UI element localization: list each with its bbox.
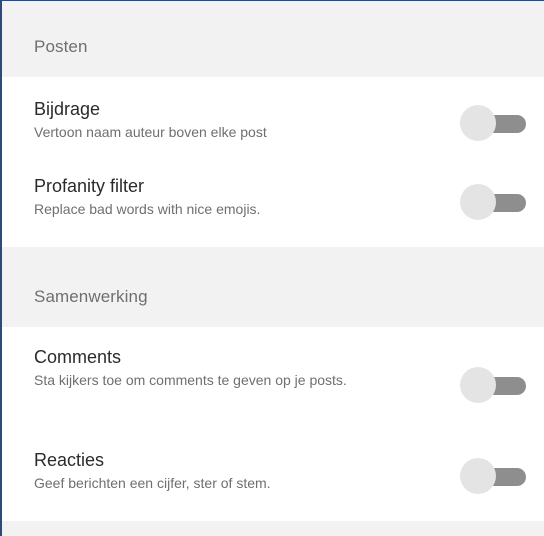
section-header-posten: Posten [2,1,544,77]
setting-row-profanity-filter: Profanity filter Replace bad words with … [2,176,544,236]
profanity-filter-toggle[interactable] [460,182,526,222]
setting-label: Comments [34,347,122,367]
reacties-toggle[interactable] [460,456,526,496]
setting-description: Replace bad words with nice emojis. [34,201,261,217]
toggle-thumb [460,367,496,403]
setting-description: Vertoon naam auteur boven elke post [34,124,267,140]
setting-label: Bijdrage [34,99,101,119]
section-header-next [2,521,544,536]
toggle-thumb [460,184,496,220]
settings-panel: Posten Bijdrage Vertoon naam auteur bove… [0,0,544,536]
setting-row-bijdrage: Bijdrage Vertoon naam auteur boven elke … [2,99,544,159]
toggle-thumb [460,458,496,494]
setting-description: Geef berichten een cijfer, ster of stem. [34,475,271,491]
comments-toggle[interactable] [460,365,526,405]
toggle-thumb [460,105,496,141]
setting-description: Sta kijkers toe om comments te geven op … [34,372,347,388]
setting-label: Profanity filter [34,176,145,196]
bijdrage-toggle[interactable] [460,103,526,143]
section-header-samenwerking: Samenwerking [2,247,544,327]
setting-label: Reacties [34,450,105,470]
section-title: Posten [34,37,88,56]
section-title: Samenwerking [34,287,148,306]
setting-row-reacties: Reacties Geef berichten een cijfer, ster… [2,450,544,510]
setting-row-comments: Comments Sta kijkers toe om comments te … [2,347,544,427]
